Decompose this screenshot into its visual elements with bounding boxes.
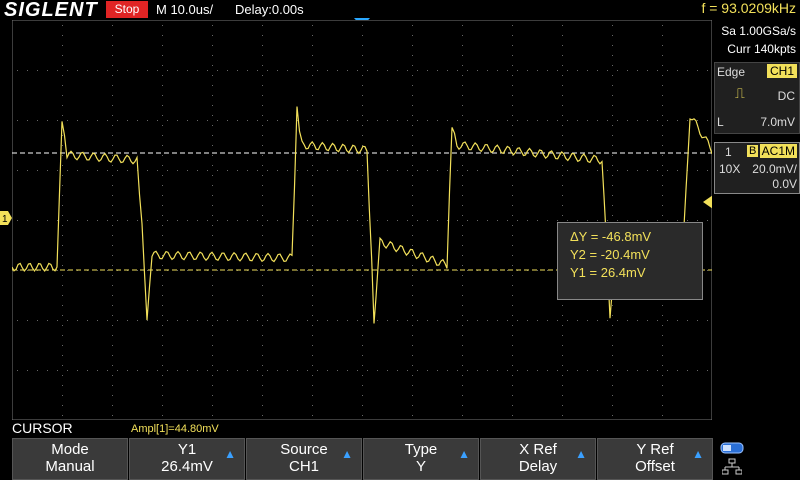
up-arrow-icon: ▲	[341, 447, 353, 461]
amplitude-measurement: Ampl[1]=44.80mV	[131, 423, 219, 435]
rising-edge-icon: ⎍	[735, 85, 745, 101]
y1-readout: Y1 = 26.4mV	[570, 265, 646, 280]
toggle-icon[interactable]	[720, 442, 744, 454]
trigger-mode: Edge	[717, 65, 746, 79]
trigger-source: CH1	[766, 64, 797, 78]
delay-readout: Delay:0.00s	[235, 2, 304, 17]
trigger-level: 7.0mV	[760, 115, 795, 129]
up-arrow-icon: ▲	[575, 447, 587, 461]
cursor-readout-box: ΔY = -46.8mV Y2 = -20.4mV Y1 = 26.4mV	[557, 222, 703, 300]
volts-per-div: 20.0mV/	[752, 162, 797, 176]
frequency-readout: f = 93.0209kHz	[701, 0, 796, 16]
channel-coupling: AC1M	[759, 144, 797, 158]
channel-1-marker-icon[interactable]: 1	[0, 211, 12, 225]
trigger-coupling: DC	[777, 89, 795, 103]
softkey-source[interactable]: Source CH1 ▲	[246, 438, 362, 480]
channel-offset: 0.0V	[772, 177, 797, 191]
softkey-type[interactable]: Type Y ▲	[363, 438, 479, 480]
menu-title: CURSOR	[12, 420, 73, 436]
waveform-display[interactable]	[12, 20, 712, 420]
status-bar: SIGLENT Stop M 10.0us/ Delay:0.00s f = 9…	[0, 0, 800, 21]
softkey-y1[interactable]: Y1 26.4mV ▲	[129, 438, 245, 480]
brand-logo: SIGLENT	[4, 0, 98, 21]
network-icon[interactable]	[722, 458, 742, 476]
up-arrow-icon: ▲	[692, 447, 704, 461]
softkey-menu: CURSOR Ampl[1]=44.80mV Mode Manual Y1 26…	[0, 420, 800, 480]
sample-rate: Sa 1.00GSa/s	[721, 24, 796, 38]
timebase-readout: M 10.0us/	[156, 2, 214, 17]
probe-ratio: 10X	[719, 162, 741, 176]
y2-readout: Y2 = -20.4mV	[570, 247, 650, 262]
up-arrow-icon: ▲	[458, 447, 470, 461]
softkey-x-ref[interactable]: X Ref Delay ▲	[480, 438, 596, 480]
channel-1-panel[interactable]: 1 B AC1M 10X 20.0mV/ 0.0V	[714, 142, 800, 194]
trigger-level-label: L	[717, 115, 724, 129]
svg-text:1: 1	[2, 214, 8, 225]
softkey-y-ref[interactable]: Y Ref Offset ▲	[597, 438, 713, 480]
side-panel: Sa 1.00GSa/s Curr 140kpts Edge CH1 ⎍ DC …	[712, 20, 800, 420]
delta-y-readout: ΔY = -46.8mV	[570, 229, 652, 244]
bandwidth-limit-icon: B	[747, 145, 759, 157]
memory-depth: Curr 140kpts	[727, 42, 796, 56]
up-arrow-icon: ▲	[224, 447, 236, 461]
channel-number: 1	[725, 145, 732, 159]
trigger-panel[interactable]: Edge CH1 ⎍ DC L 7.0mV	[714, 62, 800, 134]
run-stop-badge[interactable]: Stop	[106, 1, 148, 18]
softkey-mode[interactable]: Mode Manual	[12, 438, 128, 480]
